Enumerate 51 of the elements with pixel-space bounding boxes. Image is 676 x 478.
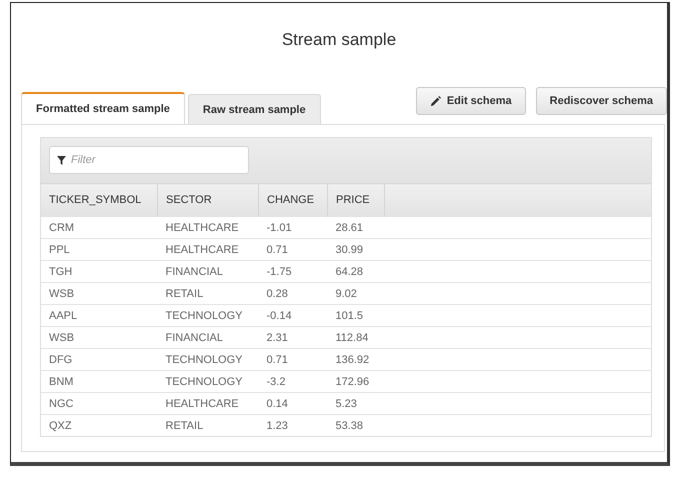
table-cell: HEALTHCARE xyxy=(158,392,258,414)
table-cell: CRM xyxy=(41,216,158,238)
table-cell: 1.23 xyxy=(258,414,328,436)
table-cell: 0.14 xyxy=(258,392,328,414)
table-cell: 2.31 xyxy=(258,326,328,348)
table-cell: HEALTHCARE xyxy=(158,238,258,260)
table-cell: RETAIL xyxy=(158,282,258,304)
table-cell: -1.01 xyxy=(258,216,328,238)
table-cell: -0.14 xyxy=(258,304,328,326)
table-cell: HEALTHCARE xyxy=(158,216,258,238)
table-cell: 112.84 xyxy=(328,326,384,348)
table-cell: NGC xyxy=(41,392,158,414)
table-cell: 28.61 xyxy=(328,216,384,238)
table-cell: -3.2 xyxy=(258,370,328,392)
dialog-title: Stream sample xyxy=(282,30,396,50)
table-cell: TECHNOLOGY xyxy=(158,370,258,392)
table-cell: 172.96 xyxy=(328,370,384,392)
table-cell: FINANCIAL xyxy=(158,326,258,348)
pencil-icon xyxy=(430,96,441,106)
table-cell: 0.71 xyxy=(258,348,328,370)
table-cell: RETAIL xyxy=(158,414,258,436)
table-cell: 30.99 xyxy=(328,238,384,260)
table-cell: WSB xyxy=(41,282,158,304)
table-cell: 101.5 xyxy=(328,304,384,326)
schema-button[interactable]: Edit schema xyxy=(416,87,526,115)
table-cell: TECHNOLOGY xyxy=(158,304,258,326)
table-cell: QXZ xyxy=(41,414,158,436)
table-cell: TGH xyxy=(41,260,158,282)
table-cell: 9.02 xyxy=(328,282,384,304)
schema-button[interactable]: Rediscover schema xyxy=(536,87,667,115)
table-cell: FINANCIAL xyxy=(158,260,258,282)
table-cell: 0.71 xyxy=(258,238,328,260)
table-cell: 136.92 xyxy=(328,348,384,370)
table-cell: 53.38 xyxy=(328,414,384,436)
column-header[interactable]: SECTOR xyxy=(158,184,258,216)
table-cell: BNM xyxy=(41,370,158,392)
table-cell: DFG xyxy=(41,348,158,370)
table-cell: -1.75 xyxy=(258,260,328,282)
table-cell: 0.28 xyxy=(258,282,328,304)
tab[interactable]: Raw stream sample xyxy=(188,94,321,124)
table-cell: 5.23 xyxy=(328,392,384,414)
column-header[interactable]: PRICE xyxy=(328,184,384,216)
table-cell: PPL xyxy=(41,238,158,260)
table-cell: 64.28 xyxy=(328,260,384,282)
table-cell: AAPL xyxy=(41,304,158,326)
table-cell: TECHNOLOGY xyxy=(158,348,258,370)
column-header[interactable]: TICKER_SYMBOL xyxy=(41,184,158,216)
table-cell: WSB xyxy=(41,326,158,348)
filter-field[interactable]: Filter xyxy=(49,146,249,174)
column-header[interactable]: CHANGE xyxy=(258,184,328,216)
tab[interactable]: Formatted stream sample xyxy=(21,92,185,124)
